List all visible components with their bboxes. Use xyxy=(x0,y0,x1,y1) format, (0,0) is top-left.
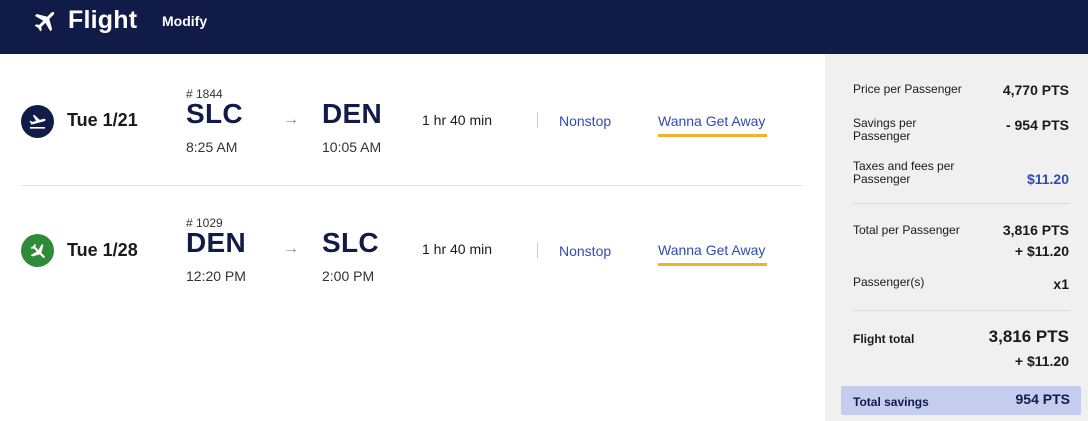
divider xyxy=(537,112,538,128)
total-savings-value: 954 PTS xyxy=(1015,391,1070,407)
departing-plane-icon xyxy=(21,105,54,138)
divider xyxy=(537,242,538,258)
summary-divider xyxy=(853,203,1070,204)
fare-class-link[interactable]: Wanna Get Away xyxy=(658,113,765,129)
total-per-passenger-cash: + $11.20 xyxy=(1014,243,1069,259)
price-per-passenger-value: 4,770 PTS xyxy=(1002,82,1069,98)
destination-airport: DEN xyxy=(322,98,383,129)
page-title: Flight xyxy=(68,6,138,34)
depart-time: 8:25 AM xyxy=(186,139,238,155)
arrive-time: 2:00 PM xyxy=(322,268,375,284)
arrive-time: 10:05 AM xyxy=(322,139,382,155)
savings-per-passenger-label: Savings per Passenger xyxy=(853,117,916,143)
arrow-right-icon: → xyxy=(283,240,299,257)
depart-time: 12:20 PM xyxy=(186,268,246,284)
price-per-passenger-label: Price per Passenger xyxy=(853,82,962,96)
flight-total-points: 3,816 PTS xyxy=(988,327,1069,346)
flight-duration: 1 hr 40 min xyxy=(422,241,493,257)
savings-per-passenger-value: - 954 PTS xyxy=(1005,117,1069,133)
flight-date: Tue 1/21 xyxy=(67,110,138,130)
passengers-value: x1 xyxy=(1053,276,1069,292)
savings-label-line2: Passenger xyxy=(853,129,911,143)
stops-link[interactable]: Nonstop xyxy=(559,113,611,129)
flight-total-cash: + $11.20 xyxy=(1014,353,1069,369)
modify-link[interactable]: Modify xyxy=(162,13,207,29)
passengers-label: Passenger(s) xyxy=(853,275,925,289)
summary-divider xyxy=(853,310,1070,311)
origin-airport: SLC xyxy=(186,98,243,129)
origin-airport: DEN xyxy=(186,227,247,258)
fare-class-underline xyxy=(658,263,767,266)
taxes-fees-label: Taxes and fees per Passenger xyxy=(853,160,954,186)
flight-row-outbound: Tue 1/21 # 1844 SLC 8:25 AM → DEN 10:05 … xyxy=(0,54,822,155)
flight-row-return: Tue 1/28 # 1029 DEN 12:20 PM → SLC 2:00 … xyxy=(0,184,822,284)
arrow-right-icon: → xyxy=(283,111,299,128)
fare-class-underline xyxy=(658,134,767,137)
top-header: Flight Modify xyxy=(0,0,1088,54)
destination-airport: SLC xyxy=(322,227,379,258)
airplane-icon xyxy=(34,11,55,32)
taxes-label-line2: Passenger xyxy=(853,172,911,186)
flight-duration: 1 hr 40 min xyxy=(422,112,493,128)
taxes-fees-value: $11.20 xyxy=(1026,171,1069,187)
flight-total-label: Flight total xyxy=(853,332,915,346)
fare-class-link[interactable]: Wanna Get Away xyxy=(658,242,765,258)
price-summary-panel: Price per Passenger 4,770 PTS Savings pe… xyxy=(825,54,1088,421)
stops-link[interactable]: Nonstop xyxy=(559,243,611,259)
total-savings-label: Total savings xyxy=(853,395,929,409)
total-per-passenger-points: 3,816 PTS xyxy=(1002,222,1069,238)
total-savings-bar: Total savings 954 PTS xyxy=(841,386,1081,415)
returning-plane-icon xyxy=(21,234,54,267)
total-per-passenger-label: Total per Passenger xyxy=(853,223,960,237)
flight-date: Tue 1/28 xyxy=(67,240,138,260)
